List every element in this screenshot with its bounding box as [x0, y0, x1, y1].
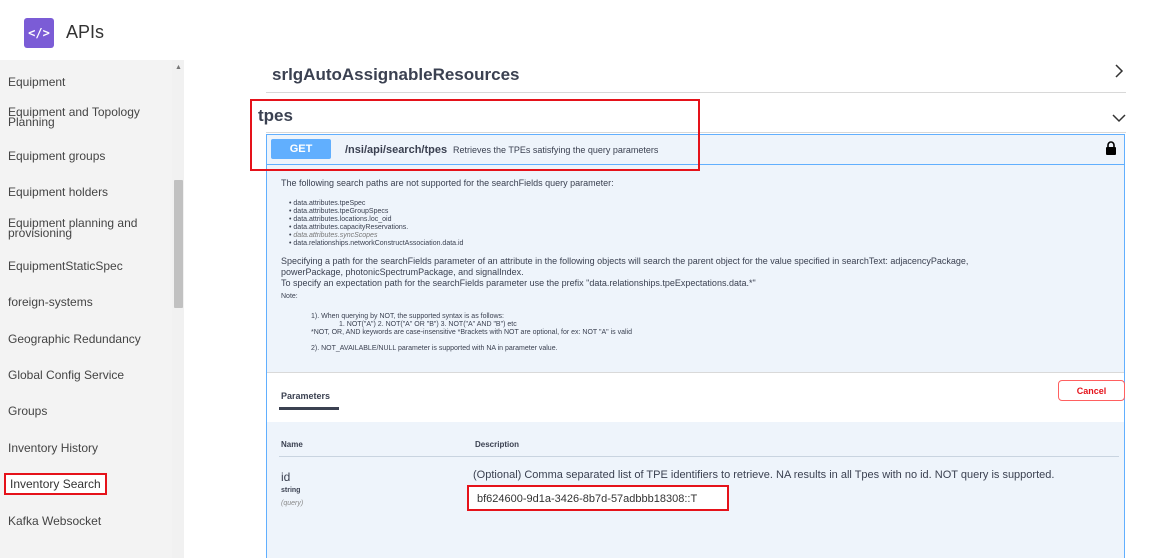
param-description: (Optional) Comma separated list of TPE i…: [473, 469, 1055, 481]
note-text: 1. NOT("A") 2. NOT("A" OR "B") 3. NOT("A…: [339, 321, 517, 328]
chevron-right-icon[interactable]: [1114, 64, 1124, 83]
sidebar-item-inventory-history[interactable]: Inventory History: [8, 442, 98, 454]
tab-parameters[interactable]: Parameters: [281, 391, 330, 401]
sidebar-item-geographic-redundancy[interactable]: Geographic Redundancy: [8, 333, 141, 345]
sidebar-item-equipment[interactable]: Equipment: [8, 76, 65, 88]
param-type: string: [281, 487, 301, 494]
scroll-up-arrow-icon[interactable]: ▲: [175, 64, 182, 71]
description-intro: The following search paths are not suppo…: [281, 178, 614, 188]
description-paragraph: To specify an expectation path for the s…: [281, 278, 756, 288]
sidebar-item-equipment-planning[interactable]: Equipment planning and provisioning: [8, 217, 137, 239]
parameters-header: Parameters Cancel: [267, 372, 1125, 422]
section-title-srlg[interactable]: srlgAutoAssignableResources: [272, 65, 520, 85]
sidebar-item-equipment-holders[interactable]: Equipment holders: [8, 186, 108, 198]
sidebar-item-equipment-groups[interactable]: Equipment groups: [8, 150, 105, 162]
code-icon: </>: [24, 18, 54, 48]
description-paragraph: powerPackage, photonicSpectrumPackage, a…: [281, 267, 524, 277]
tab-underline: [279, 407, 339, 410]
sidebar-item-kafka-websocket[interactable]: Kafka Websocket: [8, 515, 101, 527]
list-item: • data.attributes.syncScopes: [289, 232, 378, 239]
chevron-down-icon[interactable]: [1112, 110, 1126, 128]
parameters-table: Name Description id string (query) (Opti…: [267, 422, 1124, 558]
top-header: </> APIs: [0, 0, 1152, 60]
sidebar-item-equipment-topology-planning[interactable]: Equipment and Topology Planning: [8, 106, 140, 128]
list-item: • data.attributes.tpeGroupSpecs: [289, 208, 389, 215]
table-header-divider: [279, 456, 1119, 457]
column-header-name: Name: [281, 440, 303, 449]
lock-icon[interactable]: [1105, 141, 1117, 155]
sidebar-scrollbar[interactable]: [172, 60, 184, 558]
id-param-input[interactable]: bf624600-9d1a-3426-8b7d-57adbbb18308::T: [467, 485, 729, 511]
operation-block: GET /nsi/api/search/tpes Retrieves the T…: [266, 134, 1125, 558]
note-text: 1). When querying by NOT, the supported …: [311, 313, 504, 320]
app-title: APIs: [66, 22, 105, 42]
list-item: • data.attributes.locations.loc_oid: [289, 216, 392, 223]
list-item: • data.attributes.capacityReservations.: [289, 224, 409, 231]
sidebar-item-foreign-systems[interactable]: foreign-systems: [8, 296, 93, 308]
list-item: • data.attributes.tpeSpec: [289, 200, 366, 207]
sidebar-item-global-config-service[interactable]: Global Config Service: [8, 369, 124, 381]
sidebar-item-groups[interactable]: Groups: [8, 405, 47, 417]
column-header-description: Description: [475, 440, 520, 449]
sidebar-item-inventory-search[interactable]: Inventory Search: [4, 473, 107, 495]
note-text: *NOT, OR, AND keywords are case-insensit…: [311, 329, 632, 336]
list-item: • data.relationships.networkConstructAss…: [289, 240, 464, 247]
main-content: srlgAutoAssignableResources tpes GET /ns…: [184, 60, 1152, 558]
description-paragraph: Specifying a path for the searchFields p…: [281, 256, 969, 266]
highlight-annotation: [250, 99, 700, 171]
sidebar-scroll-thumb[interactable]: [174, 180, 183, 308]
param-name: id: [281, 470, 291, 484]
note-label: Note:: [281, 293, 298, 300]
sidebar-item-equipmentstaticspec[interactable]: EquipmentStaticSpec: [8, 260, 123, 272]
param-location: (query): [281, 500, 304, 507]
note-text: 2). NOT_AVAILABLE/NULL parameter is supp…: [311, 345, 558, 352]
sidebar: Equipment Equipment and Topology Plannin…: [0, 60, 184, 558]
section-divider: [266, 92, 1126, 93]
cancel-button[interactable]: Cancel: [1058, 380, 1125, 401]
